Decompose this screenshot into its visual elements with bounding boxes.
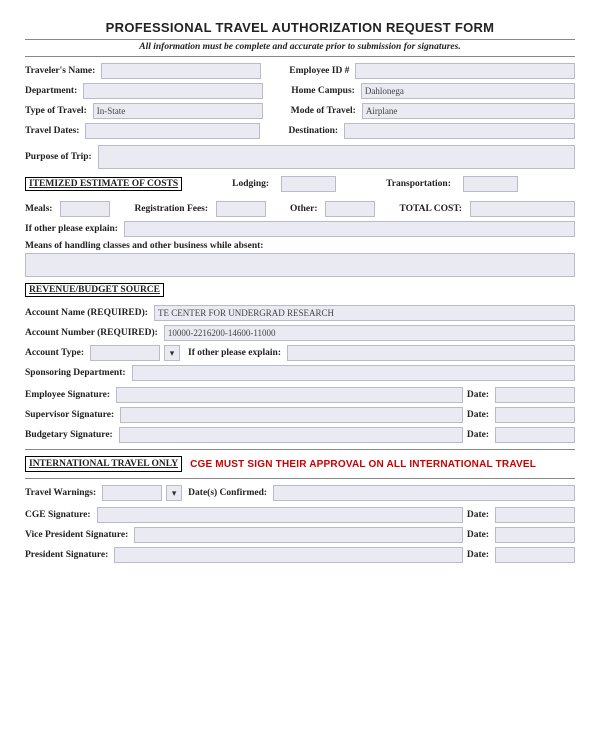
label-traveler-name: Traveler's Name:	[25, 66, 97, 76]
means-handling-field[interactable]	[25, 253, 575, 277]
department-field[interactable]	[83, 83, 263, 99]
employee-sig-date-field[interactable]	[495, 387, 575, 403]
account-type-field[interactable]	[90, 345, 160, 361]
label-account-name: Account Name (REQUIRED):	[25, 308, 150, 318]
budgetary-sig-field[interactable]	[119, 427, 463, 443]
label-account-number: Account Number (REQUIRED):	[25, 328, 160, 338]
label-date-1: Date:	[467, 390, 491, 400]
label-other-explain2: If other please explain:	[188, 348, 283, 358]
label-president-sig: President Signature:	[25, 550, 110, 560]
reg-fees-field[interactable]	[216, 201, 266, 217]
label-date-6: Date:	[467, 550, 491, 560]
label-sponsoring-dept: Sponsoring Department:	[25, 368, 128, 378]
label-employee-sig: Employee Signature:	[25, 390, 112, 400]
section-revenue: REVENUE/BUDGET SOURCE	[25, 283, 164, 297]
transportation-field[interactable]	[463, 176, 518, 192]
president-sig-field[interactable]	[114, 547, 463, 563]
label-purpose: Purpose of Trip:	[25, 152, 94, 162]
section-itemized: ITEMIZED ESTIMATE OF COSTS	[25, 177, 182, 191]
purpose-field[interactable]	[98, 145, 575, 169]
other-explain-field[interactable]	[124, 221, 575, 237]
label-home-campus: Home Campus:	[291, 86, 357, 96]
page-title: PROFESSIONAL TRAVEL AUTHORIZATION REQUES…	[25, 20, 575, 35]
section-international: INTERNATIONAL TRAVEL ONLY	[25, 456, 182, 472]
mode-of-travel-field[interactable]: Airplane	[362, 103, 575, 119]
supervisor-sig-field[interactable]	[120, 407, 463, 423]
label-supervisor-sig: Supervisor Signature:	[25, 410, 116, 420]
label-destination: Destination:	[288, 126, 340, 136]
travel-warnings-dropdown-icon[interactable]	[166, 485, 182, 501]
label-means-handling: Means of handling classes and other busi…	[25, 241, 575, 251]
label-employee-id: Employee ID #	[289, 66, 351, 76]
account-name-field[interactable]: TE CENTER FOR UNDERGRAD RESEARCH	[154, 305, 575, 321]
label-transportation: Transportation:	[386, 179, 453, 189]
president-sig-date-field[interactable]	[495, 547, 575, 563]
label-lodging: Lodging:	[232, 179, 271, 189]
supervisor-sig-date-field[interactable]	[495, 407, 575, 423]
label-travel-warnings: Travel Warnings:	[25, 488, 98, 498]
type-of-travel-field[interactable]: In-State	[93, 103, 263, 119]
home-campus-field[interactable]: Dahlonega	[361, 83, 575, 99]
label-type-of-travel: Type of Travel:	[25, 106, 89, 116]
label-account-type: Account Type:	[25, 348, 86, 358]
vp-sig-field[interactable]	[134, 527, 463, 543]
subtitle: All information must be complete and acc…	[25, 39, 575, 57]
total-cost-field[interactable]	[470, 201, 575, 217]
employee-id-field[interactable]	[355, 63, 575, 79]
label-meals: Meals:	[25, 204, 54, 214]
label-budgetary-sig: Budgetary Signature:	[25, 430, 115, 440]
label-total-cost: TOTAL COST:	[399, 204, 464, 214]
travel-dates-field[interactable]	[85, 123, 260, 139]
vp-sig-date-field[interactable]	[495, 527, 575, 543]
cge-sig-field[interactable]	[97, 507, 463, 523]
label-cge-sig: CGE Signature:	[25, 510, 93, 520]
account-type-dropdown-icon[interactable]	[164, 345, 180, 361]
label-department: Department:	[25, 86, 79, 96]
intl-warning-text: CGE MUST SIGN THEIR APPROVAL ON ALL INTE…	[190, 459, 536, 470]
label-dates-confirmed: Date(s) Confirmed:	[188, 488, 269, 498]
other-explain2-field[interactable]	[287, 345, 575, 361]
label-date-5: Date:	[467, 530, 491, 540]
label-date-3: Date:	[467, 430, 491, 440]
destination-field[interactable]	[344, 123, 575, 139]
label-date-4: Date:	[467, 510, 491, 520]
budgetary-sig-date-field[interactable]	[495, 427, 575, 443]
cge-sig-date-field[interactable]	[495, 507, 575, 523]
label-date-2: Date:	[467, 410, 491, 420]
account-number-field[interactable]: 10000-2216200-14600-11000	[164, 325, 575, 341]
traveler-name-field[interactable]	[101, 63, 261, 79]
label-other: Other:	[290, 204, 319, 214]
other-field[interactable]	[325, 201, 375, 217]
sponsoring-dept-field[interactable]	[132, 365, 575, 381]
label-vp-sig: Vice President Signature:	[25, 530, 130, 540]
lodging-field[interactable]	[281, 176, 336, 192]
label-travel-dates: Travel Dates:	[25, 126, 81, 136]
employee-sig-field[interactable]	[116, 387, 463, 403]
meals-field[interactable]	[60, 201, 110, 217]
label-other-explain: If other please explain:	[25, 224, 120, 234]
dates-confirmed-field[interactable]	[273, 485, 575, 501]
label-mode-of-travel: Mode of Travel:	[291, 106, 358, 116]
travel-warnings-field[interactable]	[102, 485, 162, 501]
label-reg-fees: Registration Fees:	[134, 204, 210, 214]
